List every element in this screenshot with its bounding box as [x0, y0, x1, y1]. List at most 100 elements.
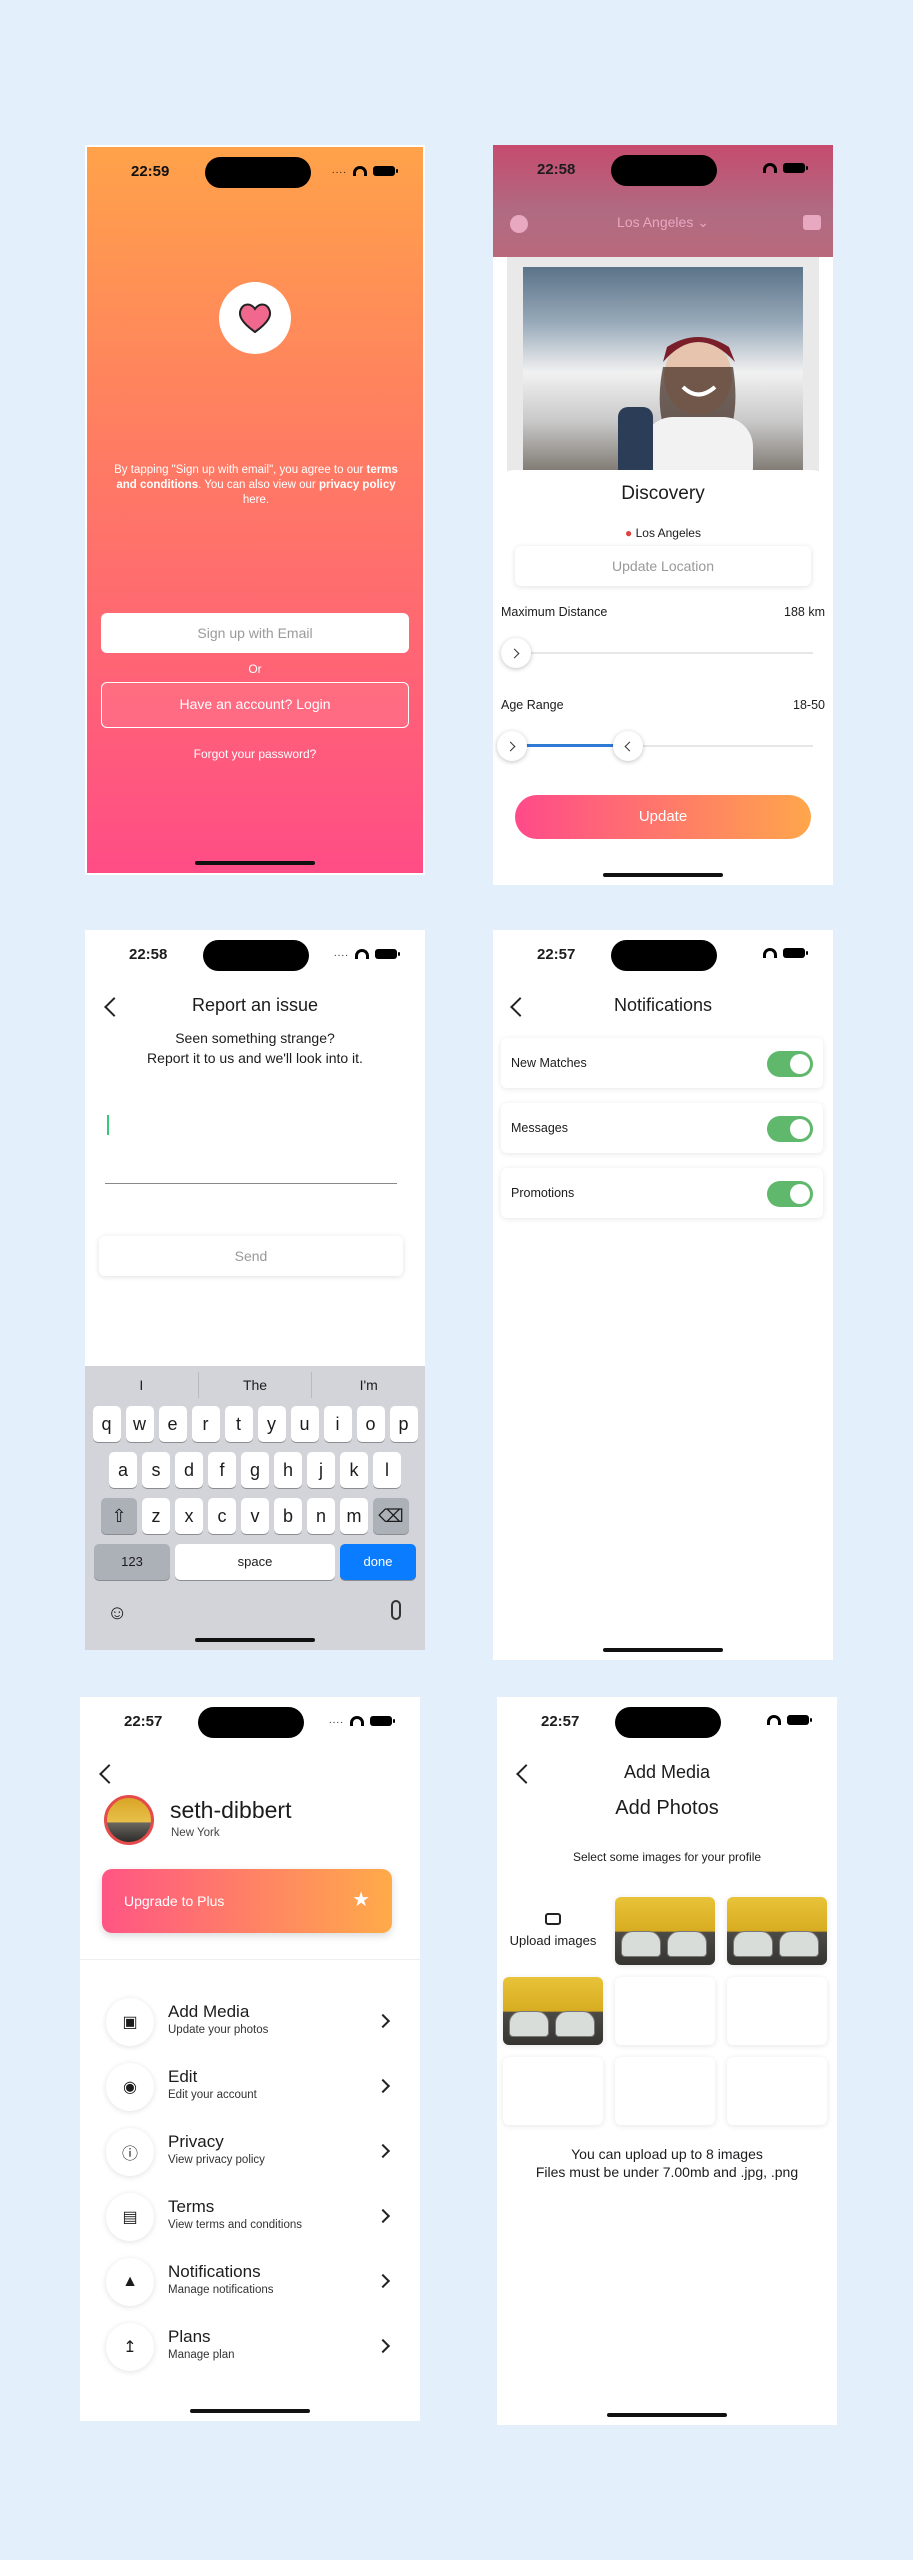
key[interactable]: k: [340, 1452, 368, 1488]
key[interactable]: i: [323, 1406, 352, 1442]
wifi-icon: [763, 163, 777, 173]
photo-slot-2[interactable]: [727, 1897, 827, 1965]
signup-email-button[interactable]: Sign up with Email: [101, 613, 409, 653]
microphone-icon[interactable]: [391, 1600, 401, 1620]
forgot-password-link[interactable]: Forgot your password?: [87, 747, 423, 761]
photo-slot-5[interactable]: [727, 1977, 827, 2045]
update-location-button[interactable]: Update Location: [515, 546, 811, 586]
chat-icon[interactable]: [803, 215, 821, 230]
key[interactable]: h: [274, 1452, 302, 1488]
key-row-2: a s d f g h j k l: [89, 1452, 421, 1488]
menu-item-notifications[interactable]: ▲ Notifications Manage notifications: [106, 2254, 396, 2314]
key[interactable]: o: [356, 1406, 385, 1442]
send-button[interactable]: Send: [99, 1236, 403, 1276]
privacy-link[interactable]: privacy policy: [319, 479, 396, 491]
username: seth-dibbert: [170, 1797, 292, 1823]
key[interactable]: l: [373, 1452, 401, 1488]
key[interactable]: c: [208, 1498, 236, 1534]
profile-screen: 22:57 .... seth-dibbert New York Upgrade…: [80, 1697, 420, 2421]
home-indicator: [195, 861, 315, 865]
upgrade-plus-button[interactable]: Upgrade to Plus ★: [102, 1869, 392, 1933]
report-line-1: Seen something strange?: [175, 1030, 335, 1046]
backspace-key[interactable]: ⌫: [373, 1498, 409, 1534]
key[interactable]: u: [290, 1406, 319, 1442]
key[interactable]: g: [241, 1452, 269, 1488]
key[interactable]: r: [191, 1406, 220, 1442]
distance-slider-thumb[interactable]: [501, 638, 531, 668]
menu-item-terms[interactable]: ▤ Terms View terms and conditions: [106, 2189, 396, 2249]
key[interactable]: e: [158, 1406, 187, 1442]
setting-label: Promotions: [511, 1186, 575, 1200]
avatar[interactable]: [104, 1795, 154, 1845]
promotions-toggle[interactable]: [767, 1181, 813, 1207]
photo-slot-6[interactable]: [503, 2057, 603, 2125]
age-slider-min-thumb[interactable]: [497, 731, 527, 761]
divider: [80, 1959, 420, 1960]
menu-subtitle: Manage plan: [168, 2349, 235, 2361]
key[interactable]: j: [307, 1452, 335, 1488]
numbers-key[interactable]: 123: [94, 1544, 170, 1580]
menu-title: Terms: [168, 2197, 215, 2216]
menu-item-add-media[interactable]: ▣ Add Media Update your photos: [106, 1994, 396, 2054]
status-icons: [763, 163, 808, 173]
done-key[interactable]: done: [340, 1544, 416, 1580]
login-button[interactable]: Have an account? Login: [101, 682, 409, 728]
key[interactable]: x: [175, 1498, 203, 1534]
photo-slot-1[interactable]: [615, 1897, 715, 1965]
app-logo: [219, 282, 291, 354]
photo-slot-4[interactable]: [615, 1977, 715, 2045]
photo-slot-8[interactable]: [727, 2057, 827, 2125]
key[interactable]: s: [142, 1452, 170, 1488]
chevron-right-icon: [375, 2338, 391, 2354]
emoji-icon[interactable]: ☺: [107, 1602, 127, 1625]
menu-item-edit[interactable]: ◉ Edit Edit your account: [106, 2059, 396, 2119]
report-text-input[interactable]: [105, 1100, 397, 1184]
report-line-2: Report it to us and we'll look into it.: [147, 1050, 363, 1066]
key[interactable]: f: [208, 1452, 236, 1488]
key[interactable]: y: [257, 1406, 286, 1442]
menu-item-plans[interactable]: ↥ Plans Manage plan: [106, 2319, 396, 2379]
status-icons: ....: [329, 1715, 395, 1726]
menu-item-privacy[interactable]: ⓘ Privacy View privacy policy: [106, 2124, 396, 2184]
setting-label: Messages: [511, 1121, 568, 1135]
new-matches-toggle[interactable]: [767, 1051, 813, 1077]
or-divider-text: Or: [248, 662, 262, 676]
car-photo: [503, 1977, 603, 2045]
age-slider-max-thumb[interactable]: [613, 731, 643, 761]
shift-key[interactable]: ⇧: [101, 1498, 137, 1534]
bell-icon: ▲: [106, 2258, 154, 2306]
menu-subtitle: Manage notifications: [168, 2284, 274, 2296]
back-icon[interactable]: [99, 1764, 119, 1784]
key[interactable]: z: [142, 1498, 170, 1534]
image-icon: ▣: [106, 1998, 154, 2046]
key[interactable]: v: [241, 1498, 269, 1534]
photo-slot-7[interactable]: [615, 2057, 715, 2125]
status-bar: 22:57: [493, 930, 833, 980]
key[interactable]: w: [125, 1406, 154, 1442]
key[interactable]: p: [389, 1406, 418, 1442]
update-button[interactable]: Update: [515, 795, 811, 839]
key[interactable]: d: [175, 1452, 203, 1488]
dynamic-island: [611, 155, 717, 186]
key[interactable]: m: [340, 1498, 368, 1534]
suggestion-item[interactable]: The: [199, 1372, 313, 1398]
distance-slider-track[interactable]: [507, 652, 813, 654]
photo-slot-3[interactable]: [503, 1977, 603, 2045]
key[interactable]: t: [224, 1406, 253, 1442]
key[interactable]: n: [307, 1498, 335, 1534]
messages-toggle[interactable]: [767, 1116, 813, 1142]
suggestion-item[interactable]: I'm: [312, 1372, 425, 1398]
battery-icon: [370, 1715, 395, 1726]
battery-icon: [375, 948, 400, 959]
key[interactable]: b: [274, 1498, 302, 1534]
key[interactable]: q: [92, 1406, 121, 1442]
key-row-1: q w e r t y u i o p: [89, 1406, 421, 1442]
space-key[interactable]: space: [175, 1544, 335, 1580]
city-selector[interactable]: Los Angeles ⌄: [493, 214, 833, 231]
status-icons: ....: [332, 165, 398, 176]
suggestion-item[interactable]: I: [85, 1372, 199, 1398]
document-icon: ▤: [106, 2193, 154, 2241]
upload-images-button[interactable]: Upload images: [503, 1897, 603, 1965]
home-indicator: [190, 2409, 310, 2413]
key[interactable]: a: [109, 1452, 137, 1488]
